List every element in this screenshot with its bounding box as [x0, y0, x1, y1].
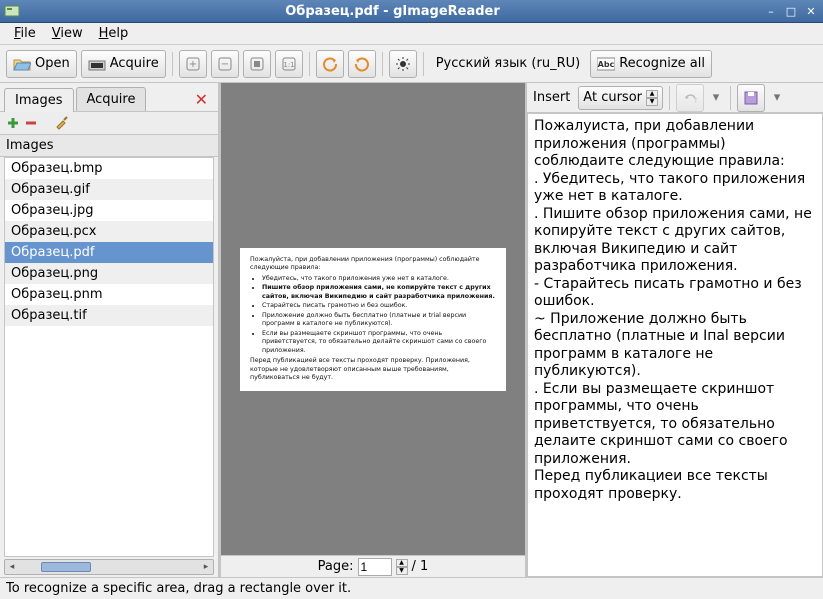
panel-left: Images Acquire ✕ Images Образец.bmpОбраз… — [0, 83, 219, 577]
file-item[interactable]: Образец.pnm — [5, 284, 213, 305]
horizontal-scrollbar[interactable]: ◂ ▸ — [4, 559, 214, 575]
rotate-right-button[interactable] — [348, 50, 376, 78]
abc-icon: Abc — [597, 57, 615, 71]
open-button[interactable]: Open — [6, 50, 77, 78]
app-icon — [4, 3, 20, 19]
save-icon — [744, 91, 758, 105]
canvas[interactable]: Пожалуйста, при добавлении приложения (п… — [221, 83, 525, 555]
brightness-button[interactable] — [389, 50, 417, 78]
dropdown-arrow[interactable]: ▾ — [708, 84, 724, 112]
zoom-out-icon: − — [218, 57, 232, 71]
dropdown-arrow-2[interactable]: ▾ — [769, 84, 785, 112]
output-toolbar: Insert At cursor ▲▼ The ▾ ▾ — [527, 83, 823, 113]
svg-text:+: + — [189, 59, 197, 70]
separator — [172, 52, 173, 76]
zoom-out-button[interactable]: − — [211, 50, 239, 78]
filelist[interactable]: Образец.bmpОбразец.gifОбразец.jpgОбразец… — [4, 157, 214, 557]
scroll-thumb[interactable] — [41, 562, 91, 572]
acquire-label: Acquire — [110, 56, 159, 71]
pager-input[interactable] — [358, 558, 392, 576]
save-output-button[interactable] — [737, 84, 765, 112]
svg-text:−: − — [221, 59, 229, 70]
menu-file[interactable]: File — [6, 24, 44, 43]
close-panel-button[interactable]: ✕ — [189, 88, 214, 111]
file-item[interactable]: Образец.tif — [5, 305, 213, 326]
left-tabs: Images Acquire ✕ — [0, 83, 218, 111]
combo-spin: ▲▼ — [646, 90, 658, 106]
status-text: To recognize a specific area, drag a rec… — [6, 581, 351, 596]
minus-icon — [24, 116, 38, 130]
scroll-right-arrow[interactable]: ▸ — [199, 560, 213, 574]
statusbar: To recognize a specific area, drag a rec… — [0, 577, 823, 599]
canvas-panel: Пожалуйста, при добавлении приложения (п… — [219, 83, 527, 577]
insert-mode-combo[interactable]: At cursor ▲▼ — [578, 86, 663, 110]
scroll-left-arrow[interactable]: ◂ — [5, 560, 19, 574]
remove-file-button[interactable] — [24, 116, 38, 130]
pager-spinner[interactable]: ▲▼ — [396, 559, 408, 575]
tab-acquire[interactable]: Acquire — [76, 87, 147, 111]
separator — [309, 52, 310, 76]
menu-view[interactable]: View — [44, 24, 91, 43]
insert-mode-value: At cursor — [583, 90, 642, 105]
open-label: Open — [35, 56, 70, 71]
insert-label: Insert — [533, 90, 574, 105]
file-item[interactable]: Образец.pcx — [5, 221, 213, 242]
titlebar: Образец.pdf - gImageReader – □ ✕ — [0, 0, 823, 23]
recognize-all-button[interactable]: Abc Recognize all — [590, 50, 712, 78]
output-text[interactable]: Пожалуиста, при добавлении приложения (п… — [527, 113, 823, 577]
svg-text:Abc: Abc — [598, 60, 615, 69]
minimize-button[interactable]: – — [763, 3, 779, 19]
add-file-button[interactable] — [6, 116, 20, 130]
broom-icon — [54, 116, 68, 130]
separator — [669, 86, 670, 110]
svg-text:1:1: 1:1 — [283, 61, 294, 69]
scanner-icon — [88, 56, 106, 72]
file-item[interactable]: Образец.png — [5, 263, 213, 284]
main-toolbar: Open Acquire + − 1:1 Русский язык (ru_RU… — [0, 45, 823, 83]
maximize-button[interactable]: □ — [783, 3, 799, 19]
zoom-fit-icon — [250, 57, 264, 71]
svg-text:The: The — [693, 98, 697, 104]
plus-icon — [6, 116, 20, 130]
zoom-in-icon: + — [186, 57, 200, 71]
left-panel-toolbar — [0, 111, 218, 135]
folder-open-icon — [13, 56, 31, 72]
language-selector[interactable]: Русский язык (ru_RU) — [430, 56, 586, 71]
zoom-in-button[interactable]: + — [179, 50, 207, 78]
file-item[interactable]: Образец.bmp — [5, 158, 213, 179]
main-area: Images Acquire ✕ Images Образец.bmpОбраз… — [0, 83, 823, 577]
menubar: File View Help — [0, 23, 823, 45]
undo-icon: The — [683, 92, 697, 104]
page-preview: Пожалуйста, при добавлении приложения (п… — [240, 248, 506, 391]
file-item[interactable]: Образец.jpg — [5, 200, 213, 221]
recognize-all-label: Recognize all — [619, 56, 705, 71]
rotate-right-icon — [354, 56, 370, 72]
separator — [730, 86, 731, 110]
pager: Page: ▲▼ / 1 — [221, 555, 525, 577]
menu-help[interactable]: Help — [91, 24, 137, 43]
close-window-button[interactable]: ✕ — [803, 3, 819, 19]
window-title: Образец.pdf - gImageReader — [26, 4, 759, 19]
clear-files-button[interactable] — [54, 116, 68, 130]
acquire-button[interactable]: Acquire — [81, 50, 166, 78]
filelist-header: Images — [0, 135, 218, 157]
separator — [382, 52, 383, 76]
rotate-left-button[interactable] — [316, 50, 344, 78]
file-item[interactable]: Образец.gif — [5, 179, 213, 200]
pager-total: / 1 — [412, 559, 429, 574]
rotate-left-icon — [322, 56, 338, 72]
zoom-one-icon: 1:1 — [282, 57, 296, 71]
brightness-icon — [395, 56, 411, 72]
undo-button[interactable]: The — [676, 84, 704, 112]
pager-label: Page: — [318, 559, 354, 574]
file-item[interactable]: Образец.pdf — [5, 242, 213, 263]
tab-images[interactable]: Images — [4, 88, 74, 112]
zoom-fit-button[interactable] — [243, 50, 271, 78]
panel-right: Insert At cursor ▲▼ The ▾ ▾ Пожалуиста, … — [527, 83, 823, 577]
zoom-original-button[interactable]: 1:1 — [275, 50, 303, 78]
separator — [423, 52, 424, 76]
